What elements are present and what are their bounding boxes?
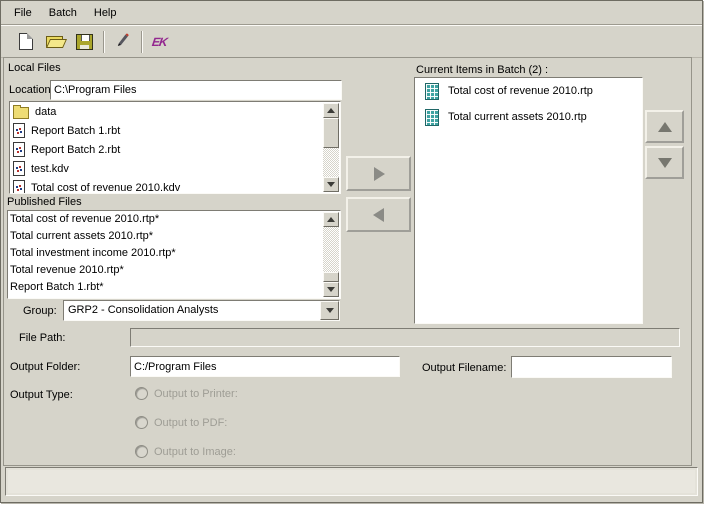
menu-item-help[interactable]: Help — [94, 7, 117, 19]
published-file-row[interactable]: Total investment income 2010.rtp* — [8, 245, 340, 262]
output-folder-label: Output Folder: — [10, 361, 80, 373]
location-label: Location: — [9, 84, 54, 96]
published-file-row[interactable]: Report Batch 1.rbt* — [8, 279, 340, 296]
arrow-down-icon — [658, 158, 672, 175]
triangle-up-icon — [327, 213, 335, 222]
output-type-label: Output Type: — [10, 389, 73, 401]
add-to-batch-button[interactable] — [346, 156, 411, 191]
scroll-down-button[interactable] — [323, 177, 339, 192]
radio-button[interactable] — [135, 387, 148, 400]
new-document-icon — [19, 33, 33, 50]
batch-list[interactable]: Total cost of revenue 2010.rtp Total curr… — [414, 77, 643, 324]
batch-item-name: Total cost of revenue 2010.rtp — [448, 85, 593, 97]
toolbar-separator — [141, 31, 142, 53]
batch-item-row[interactable]: Total current assets 2010.rtp — [415, 104, 642, 130]
move-down-button[interactable] — [645, 146, 684, 179]
save-button[interactable] — [72, 30, 96, 54]
triangle-down-icon — [327, 287, 335, 296]
toolbar-separator — [103, 31, 104, 53]
radio-option: Output to Image: — [135, 445, 236, 458]
report-file-icon — [13, 180, 25, 194]
arrow-left-icon — [366, 208, 384, 222]
published-file-row[interactable]: Total cost of revenue 2010.rtp* — [8, 211, 340, 228]
open-button[interactable] — [43, 30, 67, 54]
app-window: File Batch Help EK Loc — [0, 0, 703, 503]
scrollbar-thumb[interactable] — [323, 118, 339, 148]
batch-item-name: Total current assets 2010.rtp — [448, 111, 587, 123]
published-files-list[interactable]: Total cost of revenue 2010.rtp*Total cur… — [7, 210, 341, 299]
file-name: data — [35, 106, 56, 118]
triangle-down-icon — [327, 182, 335, 191]
local-files-scrollbar[interactable] — [323, 103, 339, 192]
chevron-down-icon — [326, 308, 334, 317]
file-row[interactable]: Report Batch 1.rbt — [10, 121, 340, 140]
folder-icon — [13, 107, 29, 119]
file-row[interactable]: Report Batch 2.rbt — [10, 140, 340, 159]
file-name: test.kdv — [31, 163, 69, 175]
arrow-right-icon — [374, 167, 392, 181]
move-up-button[interactable] — [645, 110, 684, 143]
published-files-scrollbar[interactable] — [323, 212, 339, 297]
table-icon — [425, 83, 439, 100]
table-icon — [425, 109, 439, 126]
main-panel: Local Files Location: data Report Batch 1… — [3, 57, 692, 466]
output-folder-input[interactable] — [130, 356, 400, 377]
batch-item-row[interactable]: Total cost of revenue 2010.rtp — [415, 78, 642, 104]
radio-option: Output to Printer: — [135, 387, 238, 400]
status-bar — [5, 467, 698, 496]
pencil-icon — [114, 32, 130, 51]
file-path-label: File Path: — [19, 332, 65, 344]
location-input[interactable] — [50, 80, 342, 100]
app-logo-icon: EK — [151, 35, 168, 49]
scrollbar-thumb[interactable] — [323, 272, 339, 282]
local-files-list[interactable]: data Report Batch 1.rbt Report Batch 2.rbt… — [9, 101, 341, 194]
scroll-down-button[interactable] — [323, 282, 339, 297]
save-icon — [76, 34, 93, 50]
triangle-up-icon — [327, 104, 335, 113]
local-files-label: Local Files — [8, 62, 61, 74]
radio-button[interactable] — [135, 416, 148, 429]
edit-button[interactable] — [110, 30, 134, 54]
file-row[interactable]: test.kdv — [10, 159, 340, 178]
radio-option-label: Output to Printer: — [154, 388, 238, 400]
radio-option-label: Output to Image: — [154, 446, 236, 458]
radio-button[interactable] — [135, 445, 148, 458]
output-filename-label: Output Filename: — [422, 362, 506, 374]
file-name: Report Batch 2.rbt — [31, 144, 120, 156]
status-text — [8, 470, 695, 493]
menu-item-file[interactable]: File — [14, 7, 32, 19]
scroll-up-button[interactable] — [323, 212, 339, 227]
batch-label: Current Items in Batch (2) : — [416, 64, 548, 76]
report-file-icon — [13, 123, 25, 138]
file-row[interactable]: data — [10, 102, 340, 121]
file-name: Report Batch 1.rbt — [31, 125, 120, 137]
radio-option: Output to PDF: — [135, 416, 227, 429]
file-row[interactable]: Total cost of revenue 2010.kdv — [10, 178, 340, 194]
combo-dropdown-button[interactable] — [320, 301, 339, 320]
remove-from-batch-button[interactable] — [346, 197, 411, 232]
menu-bar: File Batch Help — [1, 1, 702, 24]
toolbar: EK — [1, 24, 702, 58]
file-name: Total cost of revenue 2010.kdv — [31, 182, 180, 194]
scroll-up-button[interactable] — [323, 103, 339, 118]
report-file-icon — [13, 142, 25, 157]
report-file-icon — [13, 161, 25, 176]
published-file-row[interactable]: Total revenue 2010.rtp* — [8, 262, 340, 279]
arrow-up-icon — [658, 115, 672, 132]
open-folder-icon — [46, 35, 65, 48]
group-combobox[interactable]: GRP2 - Consolidation Analysts — [63, 300, 340, 321]
menu-item-batch[interactable]: Batch — [49, 7, 77, 19]
new-button[interactable] — [14, 30, 38, 54]
group-label: Group: — [23, 305, 57, 317]
group-value: GRP2 - Consolidation Analysts — [68, 304, 218, 316]
output-filename-input[interactable] — [511, 356, 672, 378]
published-files-label: Published Files — [7, 196, 82, 208]
radio-option-label: Output to PDF: — [154, 417, 227, 429]
file-path-field — [130, 328, 680, 347]
published-file-row[interactable]: Total current assets 2010.rtp* — [8, 228, 340, 245]
